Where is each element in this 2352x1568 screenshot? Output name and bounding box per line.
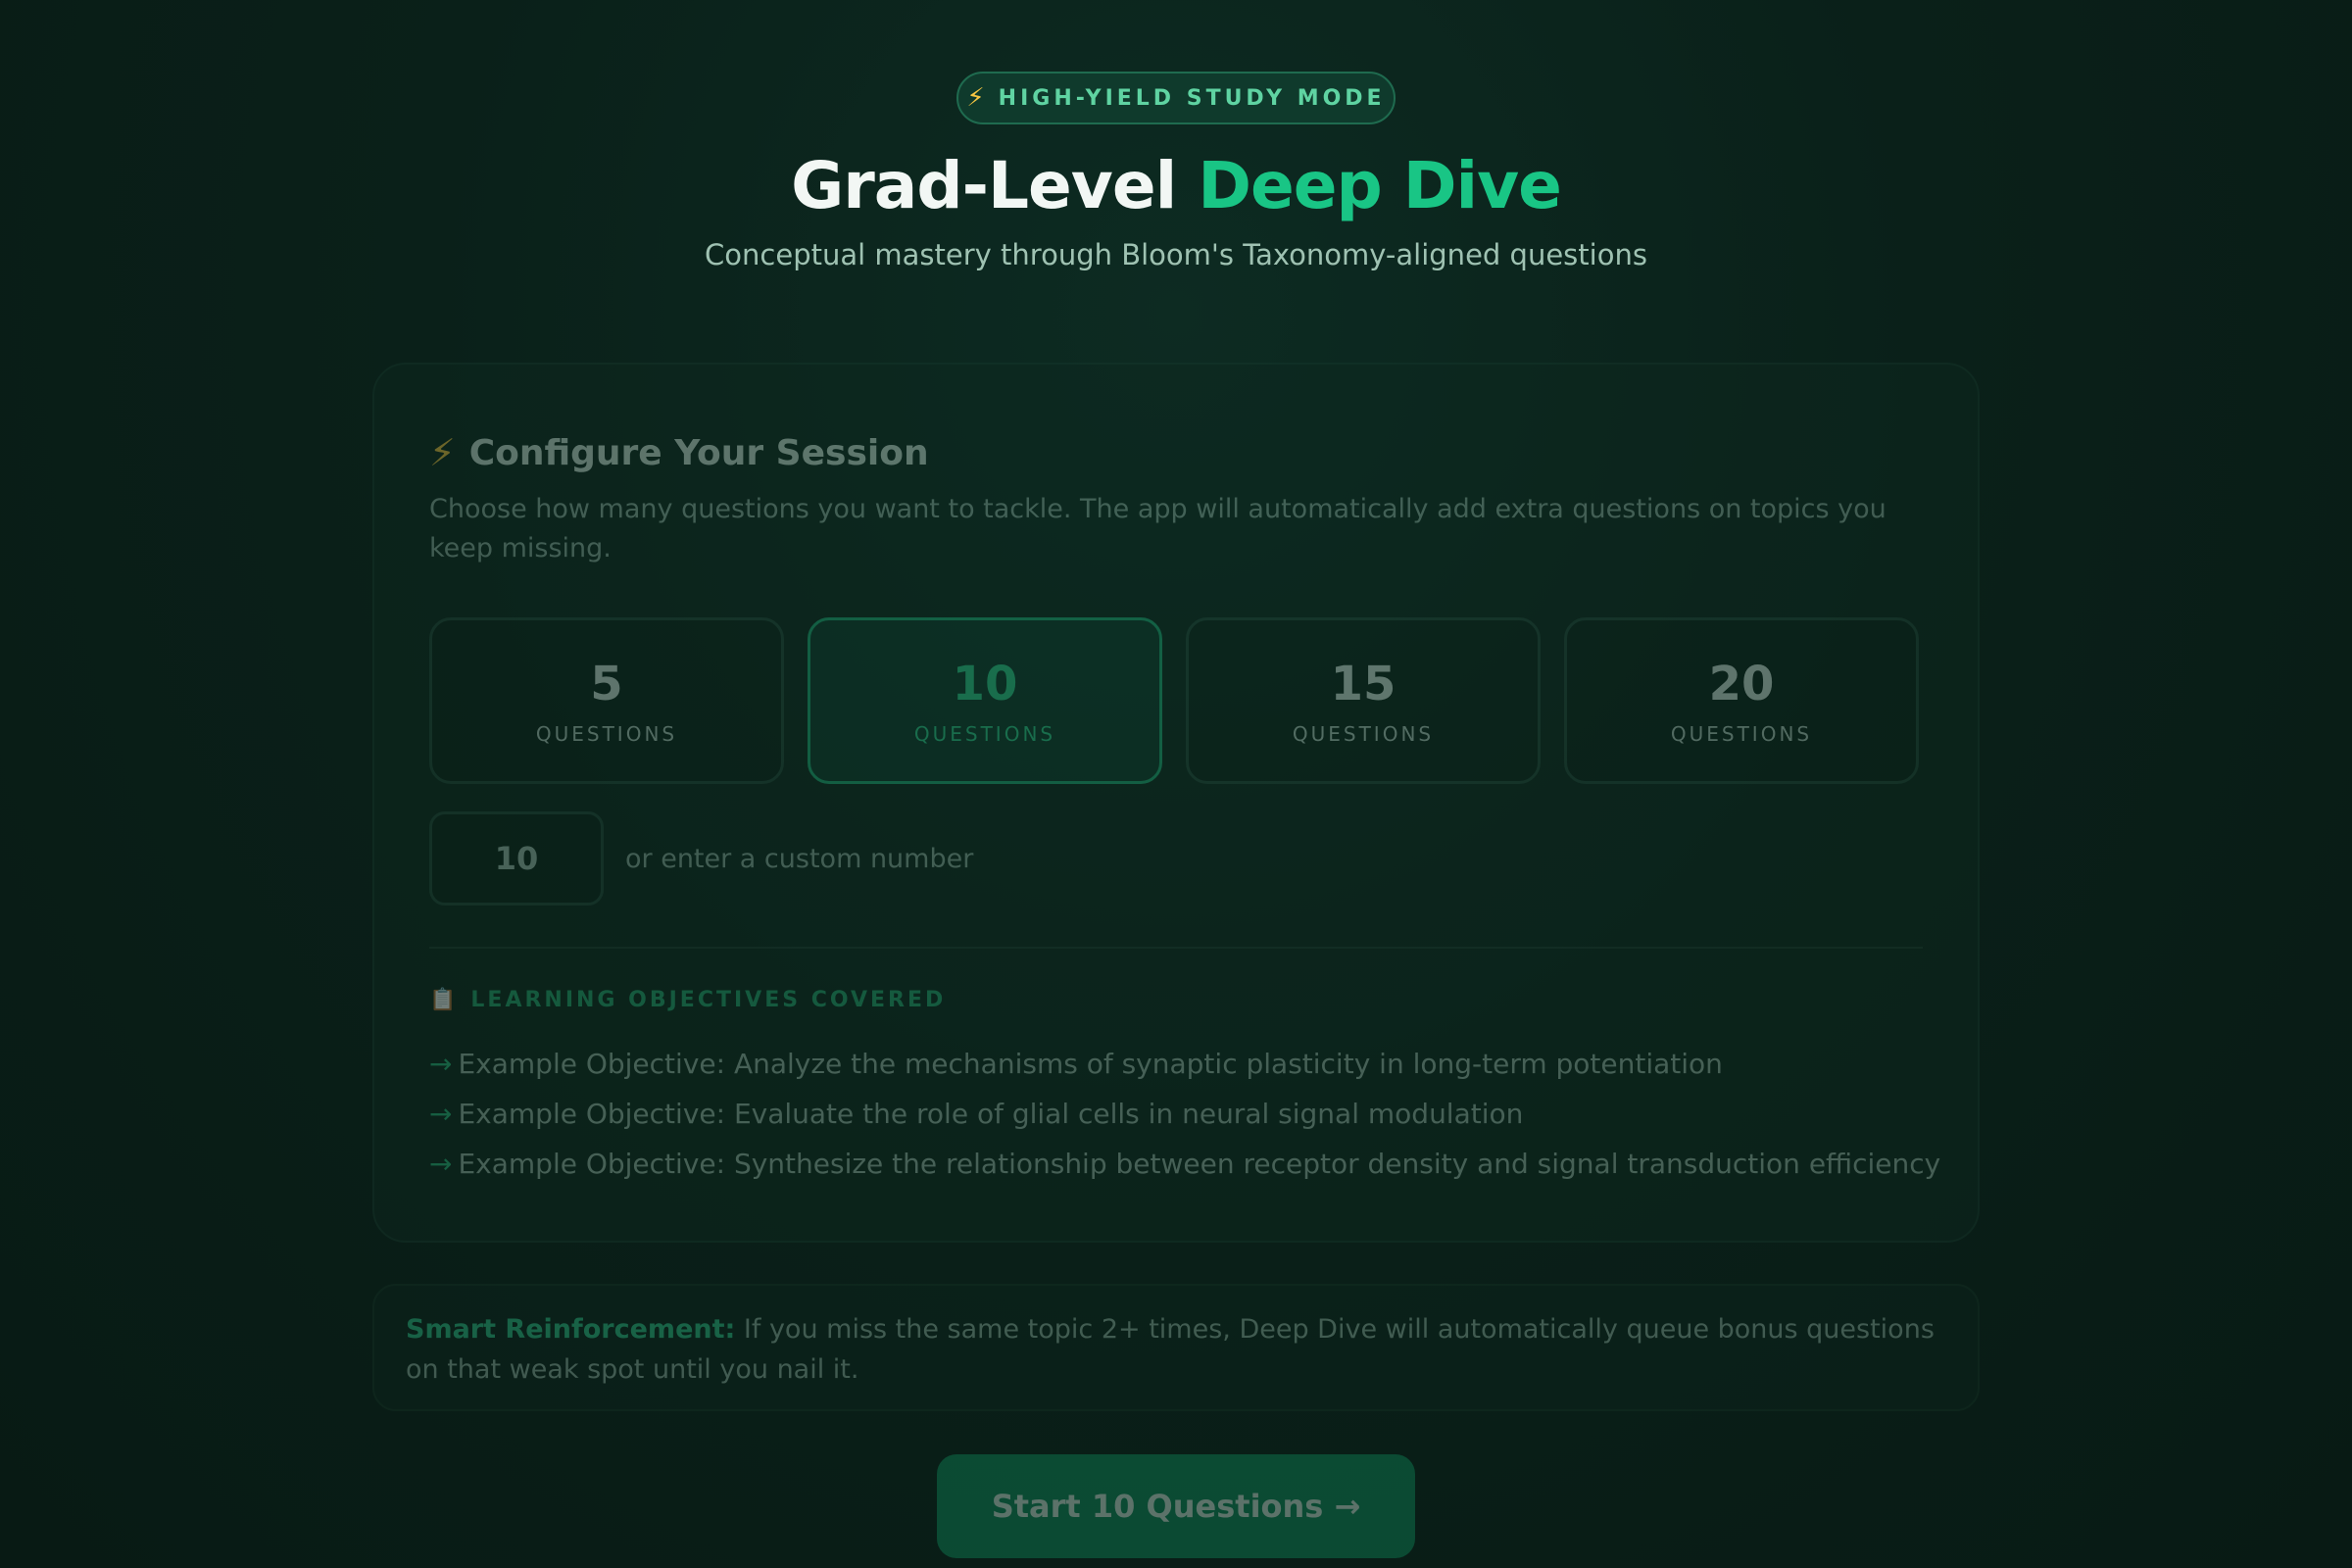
option-unit: QUESTIONS — [1292, 722, 1435, 746]
list-item: → Example Objective: Analyze the mechanis… — [429, 1039, 1938, 1089]
section-divider — [429, 947, 1923, 949]
page-title-primary: Grad-Level — [791, 148, 1177, 223]
start-button-label: Start 10 Questions → — [991, 1488, 1361, 1525]
session-config-card: ⚡ Configure Your Session Choose how many… — [372, 363, 1980, 1243]
custom-count-input[interactable] — [429, 811, 604, 906]
lightning-bolt-icon: ⚡ — [966, 83, 985, 113]
question-count-option-15[interactable]: 15 QUESTIONS — [1186, 617, 1541, 784]
config-title-text: Configure Your Session — [468, 432, 929, 473]
option-value: 10 — [952, 657, 1018, 711]
question-count-option-5[interactable]: 5 QUESTIONS — [429, 617, 784, 784]
custom-count-label: or enter a custom number — [625, 843, 974, 874]
option-unit: QUESTIONS — [535, 722, 678, 746]
option-value: 15 — [1330, 657, 1396, 711]
arrow-right-icon: → — [429, 1148, 453, 1180]
objectives-heading: 📋 LEARNING OBJECTIVES COVERED — [429, 988, 946, 1012]
objectives-heading-text: LEARNING OBJECTIVES COVERED — [470, 988, 947, 1012]
config-title: ⚡ Configure Your Session — [429, 431, 929, 474]
objective-text: Example Objective: Evaluate the role of … — [458, 1098, 1524, 1130]
study-mode-badge: ⚡ HIGH-YIELD STUDY MODE — [956, 72, 1396, 124]
custom-count-row: or enter a custom number — [429, 811, 973, 906]
clipboard-icon: 📋 — [429, 988, 460, 1012]
option-unit: QUESTIONS — [1670, 722, 1813, 746]
reinforcement-label: Smart Reinforcement: — [406, 1314, 736, 1345]
study-mode-label: HIGH-YIELD STUDY MODE — [998, 85, 1386, 111]
page-title: Grad-Level Deep Dive — [0, 147, 2352, 225]
question-count-option-20[interactable]: 20 QUESTIONS — [1564, 617, 1919, 784]
lightning-bolt-icon: ⚡ — [429, 431, 456, 474]
page-subtitle: Conceptual mastery through Bloom's Taxon… — [705, 238, 1647, 271]
deep-dive-setup-page: ⚡ HIGH-YIELD STUDY MODE Grad-Level Deep … — [0, 0, 2352, 1568]
arrow-right-icon: → — [429, 1048, 453, 1080]
arrow-right-icon: → — [429, 1098, 453, 1130]
option-unit: QUESTIONS — [913, 722, 1056, 746]
question-count-options: 5 QUESTIONS 10 QUESTIONS 15 QUESTIONS 20… — [429, 617, 1919, 784]
option-value: 5 — [590, 657, 623, 711]
objective-text: Example Objective: Analyze the mechanism… — [458, 1048, 1723, 1080]
start-questions-button[interactable]: Start 10 Questions → — [937, 1454, 1415, 1558]
smart-reinforcement-note: Smart Reinforcement: If you miss the sam… — [372, 1284, 1980, 1411]
option-value: 20 — [1708, 657, 1775, 711]
page-title-accent: Deep Dive — [1198, 148, 1562, 223]
list-item: → Example Objective: Synthesize the relat… — [429, 1139, 1941, 1189]
config-description: Choose how many questions you want to ta… — [429, 494, 1886, 564]
list-item: → Example Objective: Evaluate the role of… — [429, 1089, 1938, 1139]
objective-text: Example Objective: Synthesize the relati… — [458, 1148, 1941, 1180]
question-count-option-10[interactable]: 10 QUESTIONS — [808, 617, 1162, 784]
objectives-list: → Example Objective: Analyze the mechanis… — [429, 1039, 1941, 1189]
